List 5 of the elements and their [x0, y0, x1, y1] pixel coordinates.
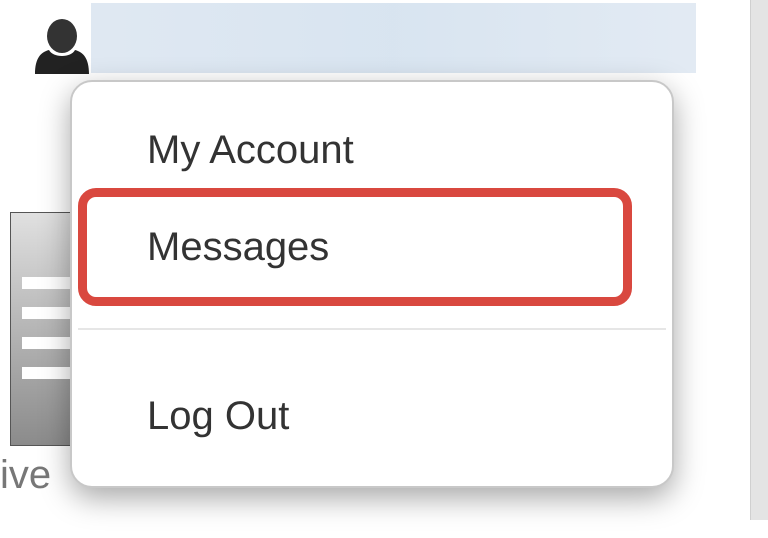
- menu-item[interactable]: Log Out: [78, 378, 632, 454]
- menu-item[interactable]: My Account: [78, 112, 632, 188]
- user-icon[interactable]: [33, 18, 91, 74]
- tile-label: ive: [0, 455, 52, 495]
- menu-item[interactable]: Messages: [78, 188, 632, 306]
